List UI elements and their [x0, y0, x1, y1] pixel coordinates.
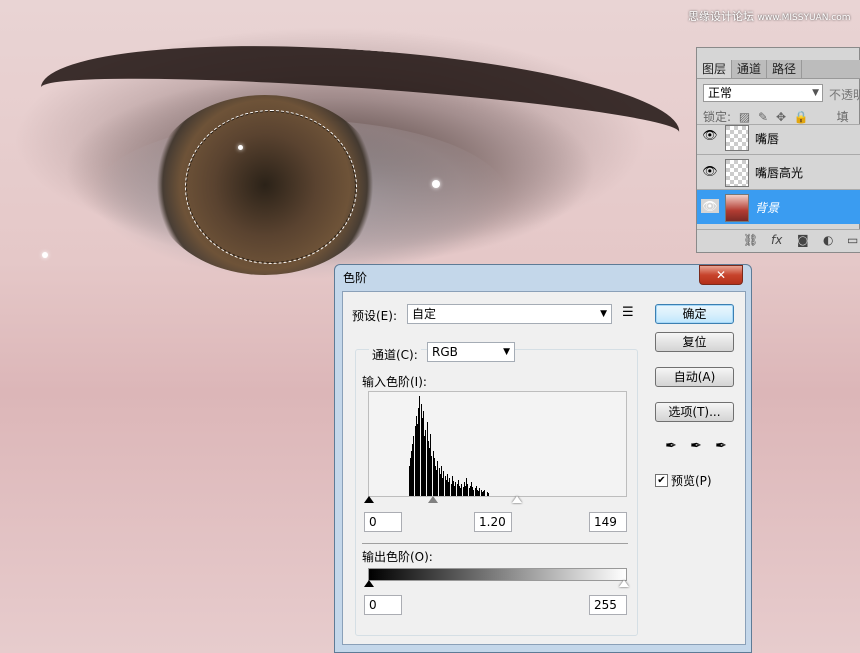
- preset-select[interactable]: 自定 ▼: [407, 304, 612, 324]
- histogram: [368, 391, 627, 497]
- mask-icon[interactable]: ◙: [797, 233, 809, 247]
- layer-name: 背景: [755, 201, 780, 215]
- blend-mode-select[interactable]: 正常 ▼: [703, 84, 823, 102]
- input-gamma-slider[interactable]: [428, 496, 438, 503]
- eye-icon[interactable]: 👁: [701, 199, 719, 213]
- tab-paths[interactable]: 路径: [767, 60, 803, 78]
- layer-thumbnail: [725, 159, 749, 187]
- channel-select[interactable]: RGB ▼: [427, 342, 515, 362]
- dialog-title: 色阶: [343, 271, 368, 285]
- catchlight: [42, 252, 48, 258]
- histogram-bar: [487, 493, 489, 496]
- link-icon[interactable]: ⛓: [743, 233, 758, 247]
- lock-position-icon[interactable]: ✥: [776, 110, 786, 124]
- fx-icon[interactable]: fx: [771, 233, 782, 247]
- layer-thumbnail: [725, 194, 749, 222]
- layers-panel-footer: ⛓ fx ◙ ◐ ▭: [697, 229, 860, 252]
- options-button[interactable]: 选项(T)...: [655, 402, 734, 422]
- layers-panel: 图层 通道 路径 正常 ▼ 不透明 锁定: ▨ ✎ ✥ 🔒 填 👁 嘴唇 👁 嘴…: [696, 47, 860, 253]
- input-white-field[interactable]: 149: [589, 512, 627, 532]
- chevron-down-icon: ▼: [503, 347, 510, 357]
- elliptical-selection-marquee[interactable]: [185, 110, 357, 264]
- preset-label: 预设(E):: [352, 309, 397, 323]
- input-black-slider[interactable]: [364, 496, 374, 503]
- watermark: 思缘设计论坛 www.MISSYUAN.com: [688, 8, 851, 24]
- output-white-field[interactable]: 255: [589, 595, 627, 615]
- output-levels-label: 输出色阶(O):: [362, 550, 433, 564]
- watermark-text: 思缘设计论坛: [688, 10, 754, 23]
- levels-dialog: 色阶 ✕ 预设(E): 自定 ▼ ☰ 确定 复位 自动(A) 选项(T)... …: [334, 264, 752, 653]
- eye-icon[interactable]: 👁: [701, 128, 719, 142]
- divider: [362, 543, 628, 544]
- blend-mode-value: 正常: [708, 86, 733, 100]
- preset-options-icon[interactable]: ☰: [622, 305, 634, 320]
- lock-all-icon[interactable]: 🔒: [794, 110, 809, 124]
- auto-button[interactable]: 自动(A): [655, 367, 734, 387]
- gray-eyedropper-icon[interactable]: ✒: [688, 438, 704, 454]
- chevron-down-icon: ▼: [600, 309, 607, 319]
- input-black-field[interactable]: 0: [364, 512, 402, 532]
- reset-button[interactable]: 复位: [655, 332, 734, 352]
- layer-row[interactable]: 👁 嘴唇高光: [697, 154, 860, 189]
- dialog-client: 预设(E): 自定 ▼ ☰ 确定 复位 自动(A) 选项(T)... ✒ ✒ ✒…: [342, 291, 746, 645]
- lock-transparency-icon[interactable]: ▨: [739, 110, 750, 124]
- output-black-field[interactable]: 0: [364, 595, 402, 615]
- channel-value: RGB: [432, 345, 458, 359]
- layer-row-selected[interactable]: 👁 背景: [697, 189, 860, 224]
- tab-channels[interactable]: 通道: [732, 60, 768, 78]
- output-white-slider[interactable]: [619, 580, 629, 587]
- watermark-site: www.MISSYUAN.com: [757, 13, 851, 23]
- ok-button[interactable]: 确定: [655, 304, 734, 324]
- layer-thumbnail: [725, 125, 749, 151]
- catchlight: [432, 180, 440, 188]
- layers-panel-tabs: 图层 通道 路径: [697, 60, 860, 79]
- eye-icon[interactable]: 👁: [701, 164, 719, 178]
- adjustment-icon[interactable]: ◐: [823, 233, 833, 247]
- input-gamma-field[interactable]: 1.20: [474, 512, 512, 532]
- preset-value: 自定: [412, 307, 437, 321]
- input-white-slider[interactable]: [512, 496, 522, 503]
- preview-label: 预览(P): [671, 474, 712, 488]
- white-eyedropper-icon[interactable]: ✒: [713, 438, 729, 454]
- histogram-bar: [484, 490, 486, 496]
- group-icon[interactable]: ▭: [847, 233, 858, 247]
- channel-label: 通道(C):: [369, 346, 421, 363]
- chevron-down-icon: ▼: [812, 88, 819, 98]
- layer-name: 嘴唇高光: [755, 166, 804, 180]
- tab-layers[interactable]: 图层: [697, 60, 733, 78]
- output-black-slider[interactable]: [364, 580, 374, 587]
- lock-paint-icon[interactable]: ✎: [758, 110, 768, 124]
- black-eyedropper-icon[interactable]: ✒: [663, 438, 679, 454]
- output-gradient-bar: [368, 568, 627, 581]
- lock-label: 锁定:: [703, 110, 732, 124]
- layer-row[interactable]: 👁 嘴唇: [697, 124, 860, 155]
- opacity-label: 不透明: [829, 88, 860, 102]
- fill-label: 填: [836, 110, 849, 124]
- close-button[interactable]: ✕: [699, 265, 743, 285]
- input-levels-label: 输入色阶(I):: [362, 375, 427, 389]
- preview-checkbox[interactable]: ✔: [655, 474, 668, 487]
- layer-name: 嘴唇: [755, 132, 780, 146]
- lock-row: 锁定: ▨ ✎ ✥ 🔒 填: [703, 108, 853, 125]
